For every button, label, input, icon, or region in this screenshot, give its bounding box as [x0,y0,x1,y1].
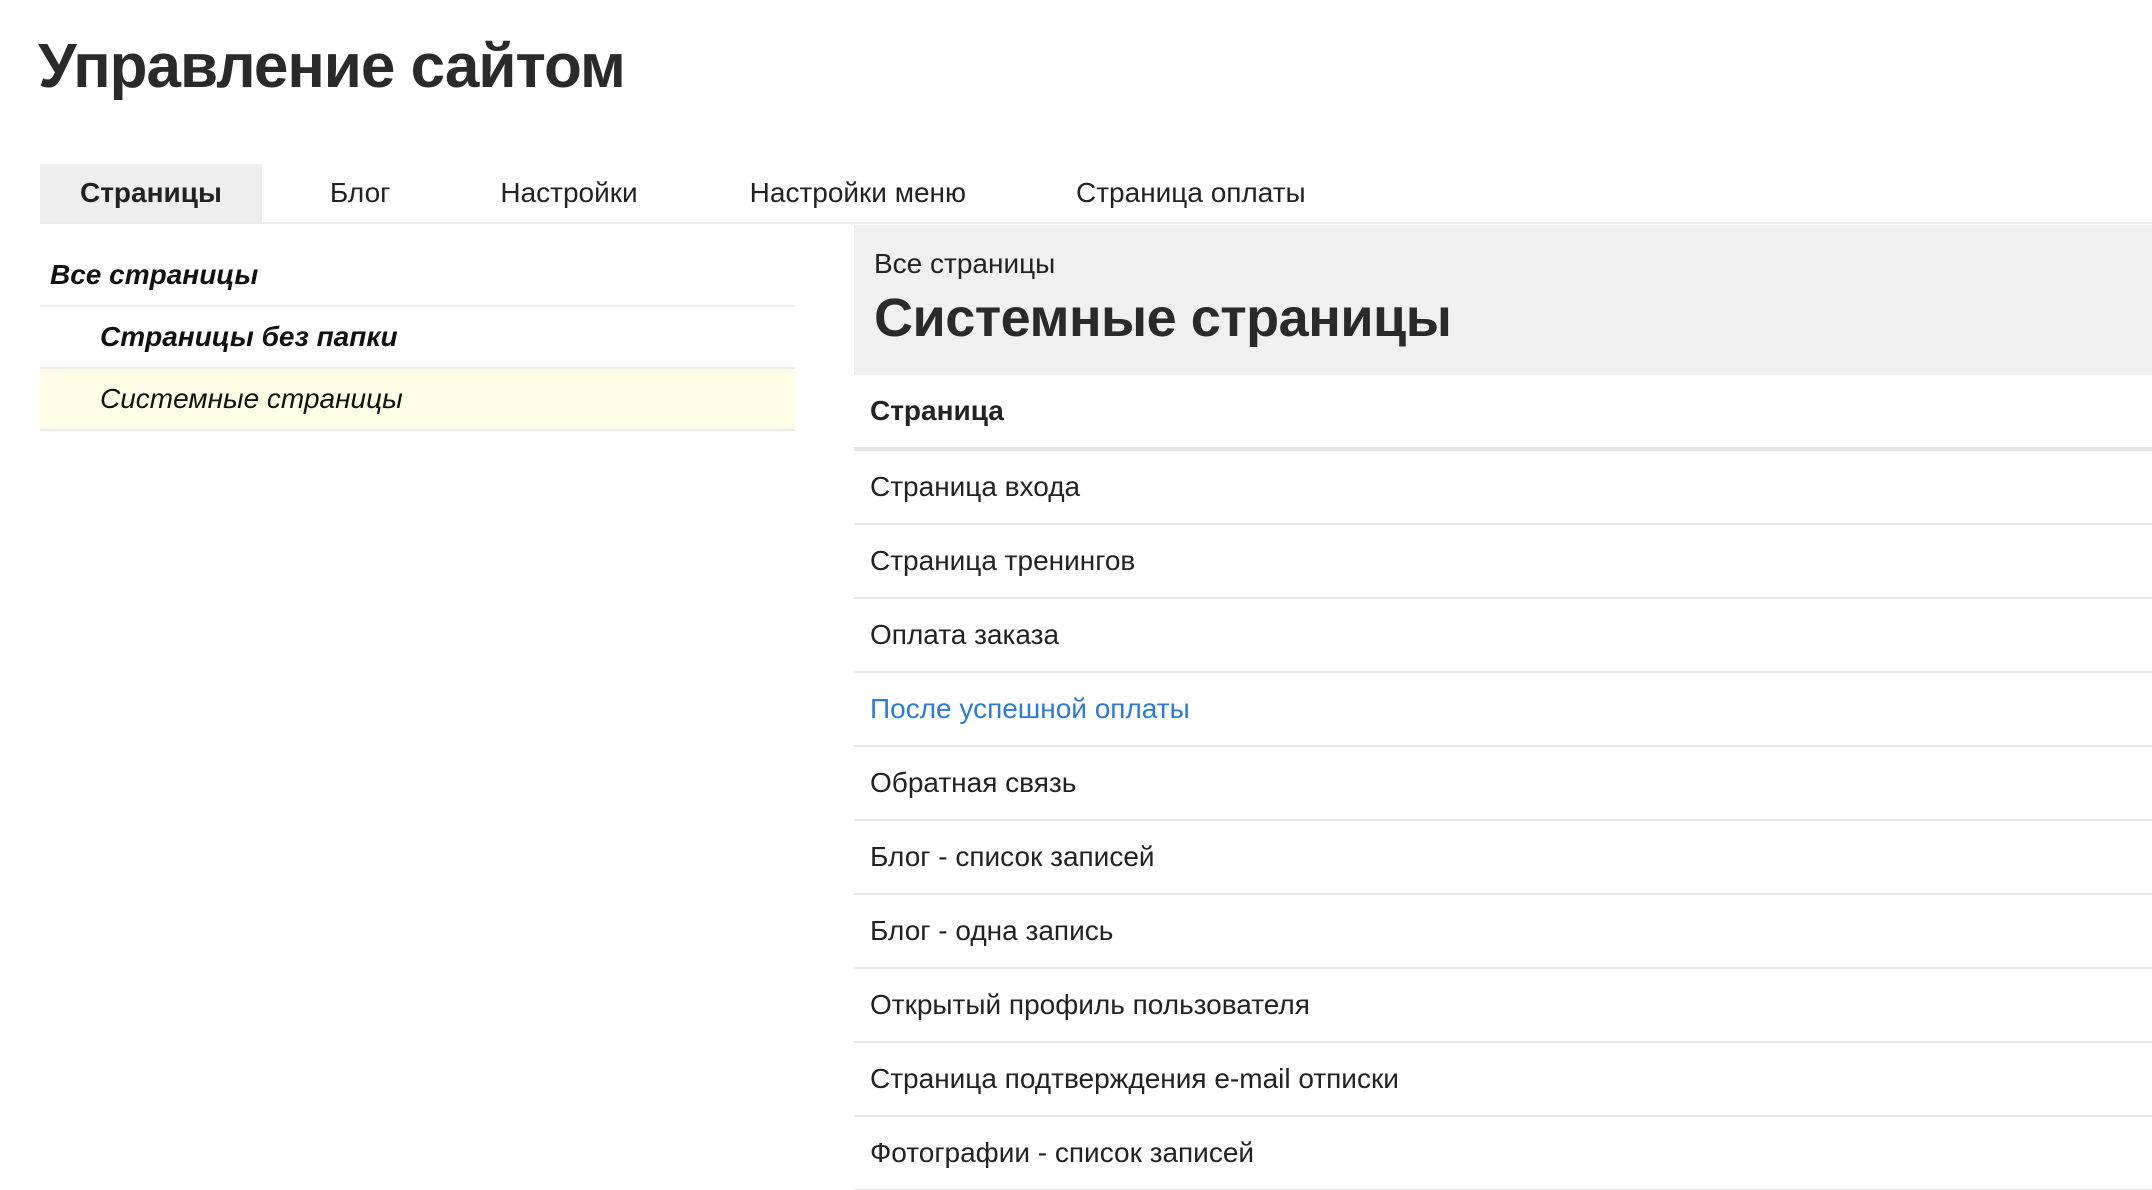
pages-table: Страница входа Страница тренингов Оплата… [854,451,2152,1190]
table-row[interactable]: Страница входа [854,451,2152,525]
table-row[interactable]: Фотографии - список записей [854,1117,2152,1190]
table-row[interactable]: Страница тренингов [854,525,2152,599]
section-header: Все страницы Системные страницы [854,225,2152,375]
tab-blog[interactable]: Блог [262,164,447,222]
table-row[interactable]: Страница подтверждения e-mail отписки [854,1043,2152,1117]
table-row[interactable]: Блог - список записей [854,821,2152,895]
table-row[interactable]: Обратная связь [854,747,2152,821]
site-management-page: Управление сайтом Страницы Блог Настройк… [0,0,2152,1190]
table-column-header: Страница [854,375,2152,451]
page-title: Управление сайтом [38,32,626,101]
main-content: Все страницы Системные страницы Страница… [854,225,2152,1190]
table-row[interactable]: Оплата заказа [854,599,2152,673]
tab-payment-page[interactable]: Страница оплаты [1022,164,1346,222]
tree-item-pages-without-folder[interactable]: Страницы без папки [40,307,795,369]
section-title: Системные страницы [874,288,1452,348]
table-row-link[interactable]: После успешной оплаты [854,673,2152,747]
tree-item-system-pages[interactable]: Системные страницы [40,369,795,431]
tab-menu-settings[interactable]: Настройки меню [694,164,1022,222]
table-row[interactable]: Блог - одна запись [854,895,2152,969]
tree-item-all-pages[interactable]: Все страницы [40,245,795,307]
tab-bar: Страницы Блог Настройки Настройки меню С… [40,164,2152,224]
tab-pages[interactable]: Страницы [40,164,262,222]
tab-settings[interactable]: Настройки [446,164,693,222]
breadcrumb[interactable]: Все страницы [874,247,2132,281]
table-row[interactable]: Открытый профиль пользователя [854,969,2152,1043]
folder-tree: Все страницы Страницы без папки Системны… [40,245,795,431]
